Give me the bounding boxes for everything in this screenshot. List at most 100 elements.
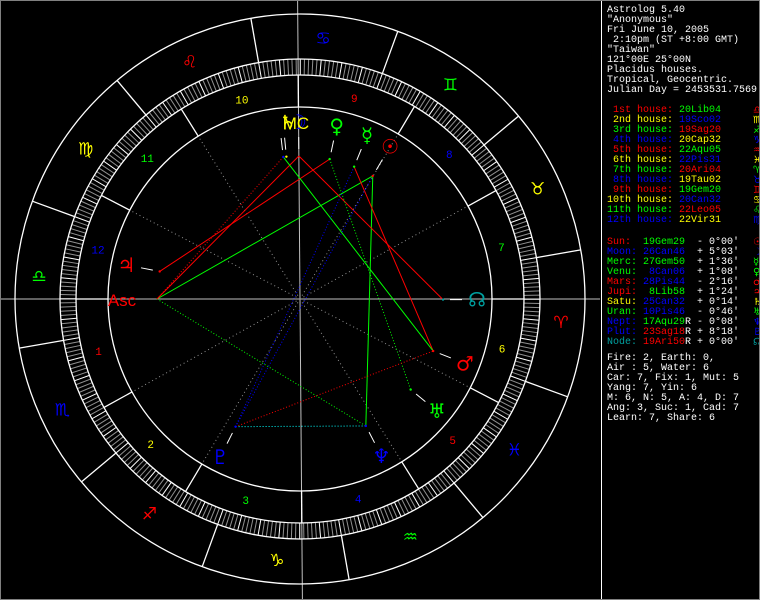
planet-point xyxy=(371,174,374,178)
degree-tick xyxy=(60,317,77,321)
degree-tick xyxy=(431,480,442,494)
degree-tick xyxy=(115,442,129,454)
degree-tick xyxy=(65,344,81,350)
degree-tick xyxy=(511,371,527,378)
degree-tick xyxy=(283,59,286,76)
degree-tick xyxy=(468,141,482,153)
degree-tick xyxy=(290,522,293,539)
house-number: 10 xyxy=(235,95,248,107)
degree-tick xyxy=(121,137,135,150)
degree-tick xyxy=(523,277,540,281)
degree-tick xyxy=(136,122,148,136)
planet-point xyxy=(282,155,285,159)
degree-tick xyxy=(411,91,421,106)
degree-tick xyxy=(516,356,532,362)
degree-tick xyxy=(100,164,115,174)
planet-pointer xyxy=(356,148,362,161)
house-number: 9 xyxy=(351,94,358,106)
degree-tick xyxy=(518,345,535,350)
house-cusp-line xyxy=(299,205,469,300)
degree-tick xyxy=(155,106,166,121)
planet-pointer xyxy=(368,431,376,444)
degree-tick xyxy=(107,433,122,444)
midheaven-label: MC xyxy=(283,114,309,133)
degree-tick xyxy=(60,281,77,284)
degree-tick xyxy=(372,72,379,88)
degree-tick xyxy=(334,520,338,537)
degree-tick xyxy=(130,128,143,141)
degree-tick xyxy=(346,64,351,81)
degree-tick xyxy=(489,171,504,181)
degree-tick xyxy=(460,132,474,144)
degree-tick xyxy=(446,117,459,131)
degree-tick xyxy=(372,510,379,527)
zodiac-sign-icon: ♐ xyxy=(142,504,157,524)
degree-tick xyxy=(361,68,367,84)
degree-tick xyxy=(237,515,243,531)
degree-tick xyxy=(458,129,471,142)
degree-tick xyxy=(66,352,83,358)
degree-tick xyxy=(465,448,479,461)
degree-tick xyxy=(471,442,484,454)
degree-tick xyxy=(350,65,355,81)
degree-tick xyxy=(407,494,417,510)
degree-tick xyxy=(468,445,482,458)
degree-tick xyxy=(473,439,487,451)
degree-tick xyxy=(364,513,371,529)
degree-tick xyxy=(87,403,103,412)
degree-tick xyxy=(105,157,120,168)
degree-tick xyxy=(455,126,468,139)
degree-tick xyxy=(514,228,530,235)
degree-tick xyxy=(62,260,79,265)
degree-tick xyxy=(91,410,107,420)
aspect-line-square xyxy=(235,350,434,428)
zodiac-sign-icon: ♒ xyxy=(403,528,418,548)
degree-tick xyxy=(61,268,78,272)
astrolog-window: ♈ ♉ ♊ ♋ ♌ ♍ ♎ ♏ ♐ ♑ ♒ ♓ 1 2 3 4 5 6 7 8 9 10 11 12 ☉ ☽ ☿ ♀ ♂ ♃ ♄ ♅ ♆ ♇ ☊ As… xyxy=(0,0,760,600)
degree-tick xyxy=(94,174,109,184)
house-cusp-line xyxy=(299,133,399,300)
degree-tick xyxy=(138,464,151,478)
degree-tick xyxy=(493,410,508,420)
planet-label: Node: xyxy=(607,337,638,348)
degree-tick xyxy=(172,488,182,503)
degree-tick xyxy=(515,232,531,239)
degree-tick xyxy=(132,459,145,472)
degree-tick xyxy=(241,65,247,82)
degree-tick xyxy=(443,115,455,128)
degree-tick xyxy=(241,516,247,532)
degree-tick xyxy=(522,269,539,273)
degree-tick xyxy=(457,457,470,470)
info-line: Julian Day = 2453531.7569 xyxy=(607,85,758,96)
degree-tick xyxy=(518,244,535,250)
degree-tick xyxy=(151,475,163,489)
planet-pointer xyxy=(280,138,283,151)
degree-tick xyxy=(62,264,79,269)
degree-tick xyxy=(357,515,363,532)
degree-tick xyxy=(103,160,117,171)
degree-tick xyxy=(168,486,179,501)
planet-point xyxy=(285,155,288,158)
degree-tick xyxy=(519,341,536,346)
degree-tick xyxy=(425,99,435,114)
mars-icon: ♂ xyxy=(456,351,474,375)
degree-tick xyxy=(523,282,540,285)
degree-tick xyxy=(314,522,317,539)
degree-tick xyxy=(421,486,431,501)
degree-tick xyxy=(72,371,89,378)
degree-tick xyxy=(60,306,77,308)
degree-tick xyxy=(282,522,285,539)
degree-tick xyxy=(319,59,322,76)
degree-tick xyxy=(473,147,488,159)
degree-tick xyxy=(179,90,189,106)
sign-boundary xyxy=(250,18,260,63)
degree-tick xyxy=(421,97,432,112)
degree-tick xyxy=(330,61,335,78)
house-cusp-mark xyxy=(397,106,416,135)
degree-tick xyxy=(327,60,331,77)
degree-tick xyxy=(476,151,490,162)
zodiac-sign-icon: ♏ xyxy=(55,400,70,420)
degree-tick xyxy=(489,417,504,427)
degree-tick xyxy=(60,277,77,280)
degree-tick xyxy=(480,430,495,441)
